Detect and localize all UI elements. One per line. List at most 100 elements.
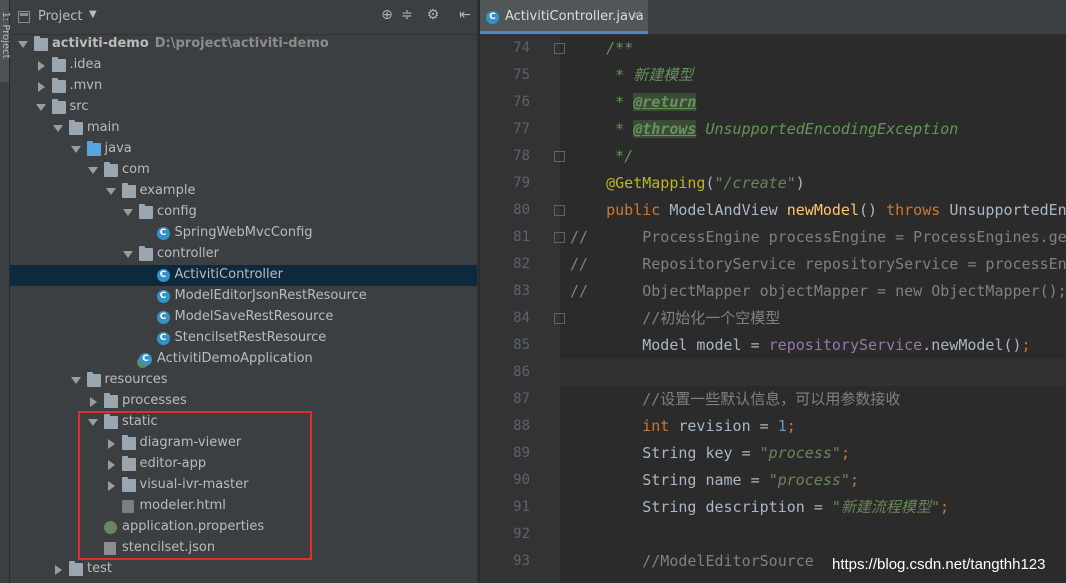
project-tool-tab-label: 1: Project <box>0 11 11 59</box>
chevron-down-icon[interactable] <box>18 41 28 48</box>
code-line[interactable]: //初始化一个空模型 <box>560 305 1066 332</box>
tree-item[interactable]: activiti-demo D:\project\activiti-demo <box>10 34 477 55</box>
tree-item[interactable]: C ModelSaveRestResource <box>10 307 477 328</box>
code-text: //ModelEditorSource <box>642 552 814 570</box>
code-line[interactable]: // ObjectMapper objectMapper = new Objec… <box>560 278 1066 305</box>
tree-item-label: StencilsetRestResource <box>174 330 327 345</box>
package-icon <box>104 162 118 177</box>
collapse-all-icon[interactable]: ≑ <box>398 7 416 23</box>
fold-marker-icon[interactable] <box>554 205 565 216</box>
code-editor[interactable]: /** * 新建模型 * @return * @throws Unsupport… <box>560 35 1066 583</box>
tree-item[interactable]: .mvn <box>10 76 477 97</box>
code-line[interactable]: // ProcessEngine processEngine = Process… <box>560 224 1066 251</box>
folder-icon <box>104 393 118 408</box>
project-panel-header: Project ▼ ⊕ ≑ ⚙ ⇤ <box>10 0 477 35</box>
project-panel: Project ▼ ⊕ ≑ ⚙ ⇤ activiti-demo D:\projec… <box>10 0 477 583</box>
tree-item[interactable]: controller <box>10 244 477 265</box>
gear-icon[interactable]: ⚙ <box>424 7 442 23</box>
class-icon: C <box>156 332 170 345</box>
close-icon[interactable]: ✕ <box>632 8 642 22</box>
chevron-right-icon[interactable] <box>55 565 62 575</box>
chevron-right-icon[interactable] <box>37 82 45 92</box>
code-line[interactable]: * @return <box>560 89 1066 116</box>
tree-item[interactable]: main <box>10 118 477 139</box>
tree-item[interactable]: resources <box>10 370 477 391</box>
code-line[interactable]: * 新建模型 <box>560 62 1066 89</box>
chevron-down-icon[interactable] <box>105 188 116 195</box>
chevron-down-icon[interactable]: ▼ <box>89 9 97 20</box>
line-number: 89 <box>513 445 530 461</box>
code-line[interactable]: // RepositoryService repositoryService =… <box>560 251 1066 278</box>
tree-item-label: src <box>69 99 89 114</box>
tree-item[interactable]: src <box>10 97 477 118</box>
code-line[interactable]: */ <box>560 143 1066 170</box>
tree-item[interactable]: com <box>10 160 477 181</box>
code-line[interactable]: int revision = 1; <box>560 413 1066 440</box>
fold-marker-icon[interactable] <box>554 43 565 54</box>
chevron-down-icon[interactable] <box>35 104 46 111</box>
tree-item-label: java <box>104 141 132 156</box>
line-number: 93 <box>513 553 530 569</box>
tab-activiti-controller[interactable]: C ActivitiController.java ✕ <box>480 0 648 34</box>
package-icon <box>139 204 153 219</box>
folder-icon <box>69 561 83 576</box>
code-line[interactable] <box>560 521 1066 548</box>
class-icon: C <box>156 227 170 240</box>
folder-icon <box>51 57 66 72</box>
tree-item-label: controller <box>157 246 220 261</box>
fold-marker-icon[interactable] <box>554 232 565 243</box>
tree-item-label: main <box>87 120 120 135</box>
code-line[interactable]: String name = "process"; <box>560 467 1066 494</box>
line-number: 84 <box>513 310 530 326</box>
line-number: 79 <box>513 175 530 191</box>
tree-item-label: config <box>157 204 197 219</box>
hide-icon[interactable]: ⇤ <box>456 7 474 23</box>
code-line[interactable]: /** <box>560 35 1066 62</box>
code-line[interactable]: //设置一些默认信息，可以用参数接收 <box>560 386 1066 413</box>
resources-folder-icon <box>86 372 101 387</box>
tree-item[interactable]: java <box>10 139 477 160</box>
chevron-down-icon[interactable] <box>70 377 81 384</box>
line-number: 81 <box>513 229 530 245</box>
watermark: https://blog.csdn.net/tangthh123 <box>832 556 1046 573</box>
tree-item[interactable]: .idea <box>10 55 477 76</box>
tree-item[interactable]: processes <box>10 391 477 412</box>
locate-icon[interactable]: ⊕ <box>378 7 396 23</box>
chevron-down-icon[interactable] <box>70 146 81 153</box>
tree-item[interactable]: C ActivitiDemoApplication <box>10 349 477 370</box>
tree-item[interactable]: test <box>10 559 477 580</box>
chevron-down-icon[interactable] <box>88 167 98 174</box>
tree-item-label: ActivitiDemoApplication <box>157 351 313 366</box>
chevron-down-icon[interactable] <box>53 125 63 132</box>
code-line[interactable]: String description = "新建流程模型"; <box>560 494 1066 521</box>
package-icon <box>139 246 153 261</box>
spring-boot-class-icon: C <box>139 353 152 366</box>
line-number: 80 <box>513 202 530 218</box>
fold-marker-icon[interactable] <box>554 151 565 162</box>
line-number: 77 <box>513 121 530 137</box>
code-line[interactable]: Model model = repositoryService.newModel… <box>560 332 1066 359</box>
code-line[interactable]: @GetMapping("/create") <box>560 170 1066 197</box>
project-tool-tab[interactable]: 1: Project <box>0 0 11 82</box>
tree-item[interactable]: C SpringWebMvcConfig <box>10 223 477 244</box>
project-view-title[interactable]: Project <box>38 9 82 24</box>
tree-item[interactable]: C ModelEditorJsonRestResource <box>10 286 477 307</box>
code-line[interactable]: * @throws UnsupportedEncodingException <box>560 116 1066 143</box>
code-line[interactable] <box>560 359 1066 386</box>
line-number: 74 <box>513 40 530 56</box>
code-line[interactable]: public ModelAndView newModel() throws Un… <box>560 197 1066 224</box>
chevron-down-icon[interactable] <box>123 209 133 216</box>
code-text: //设置一些默认信息，可以用参数接收 <box>642 390 901 408</box>
editor-tabs: C ActivitiController.java ✕ <box>480 0 1066 35</box>
chevron-right-icon[interactable] <box>90 397 97 407</box>
tree-item[interactable]: example <box>10 181 477 202</box>
chevron-right-icon[interactable] <box>37 61 45 71</box>
tree-item-label: com <box>122 162 150 177</box>
code-line[interactable]: String key = "process"; <box>560 440 1066 467</box>
fold-marker-icon[interactable] <box>554 313 565 324</box>
tree-item[interactable]: C ActivitiController <box>10 265 477 286</box>
tree-item[interactable]: config <box>10 202 477 223</box>
chevron-down-icon[interactable] <box>123 251 133 258</box>
class-icon: C <box>486 11 499 24</box>
tree-item[interactable]: C StencilsetRestResource <box>10 328 477 349</box>
